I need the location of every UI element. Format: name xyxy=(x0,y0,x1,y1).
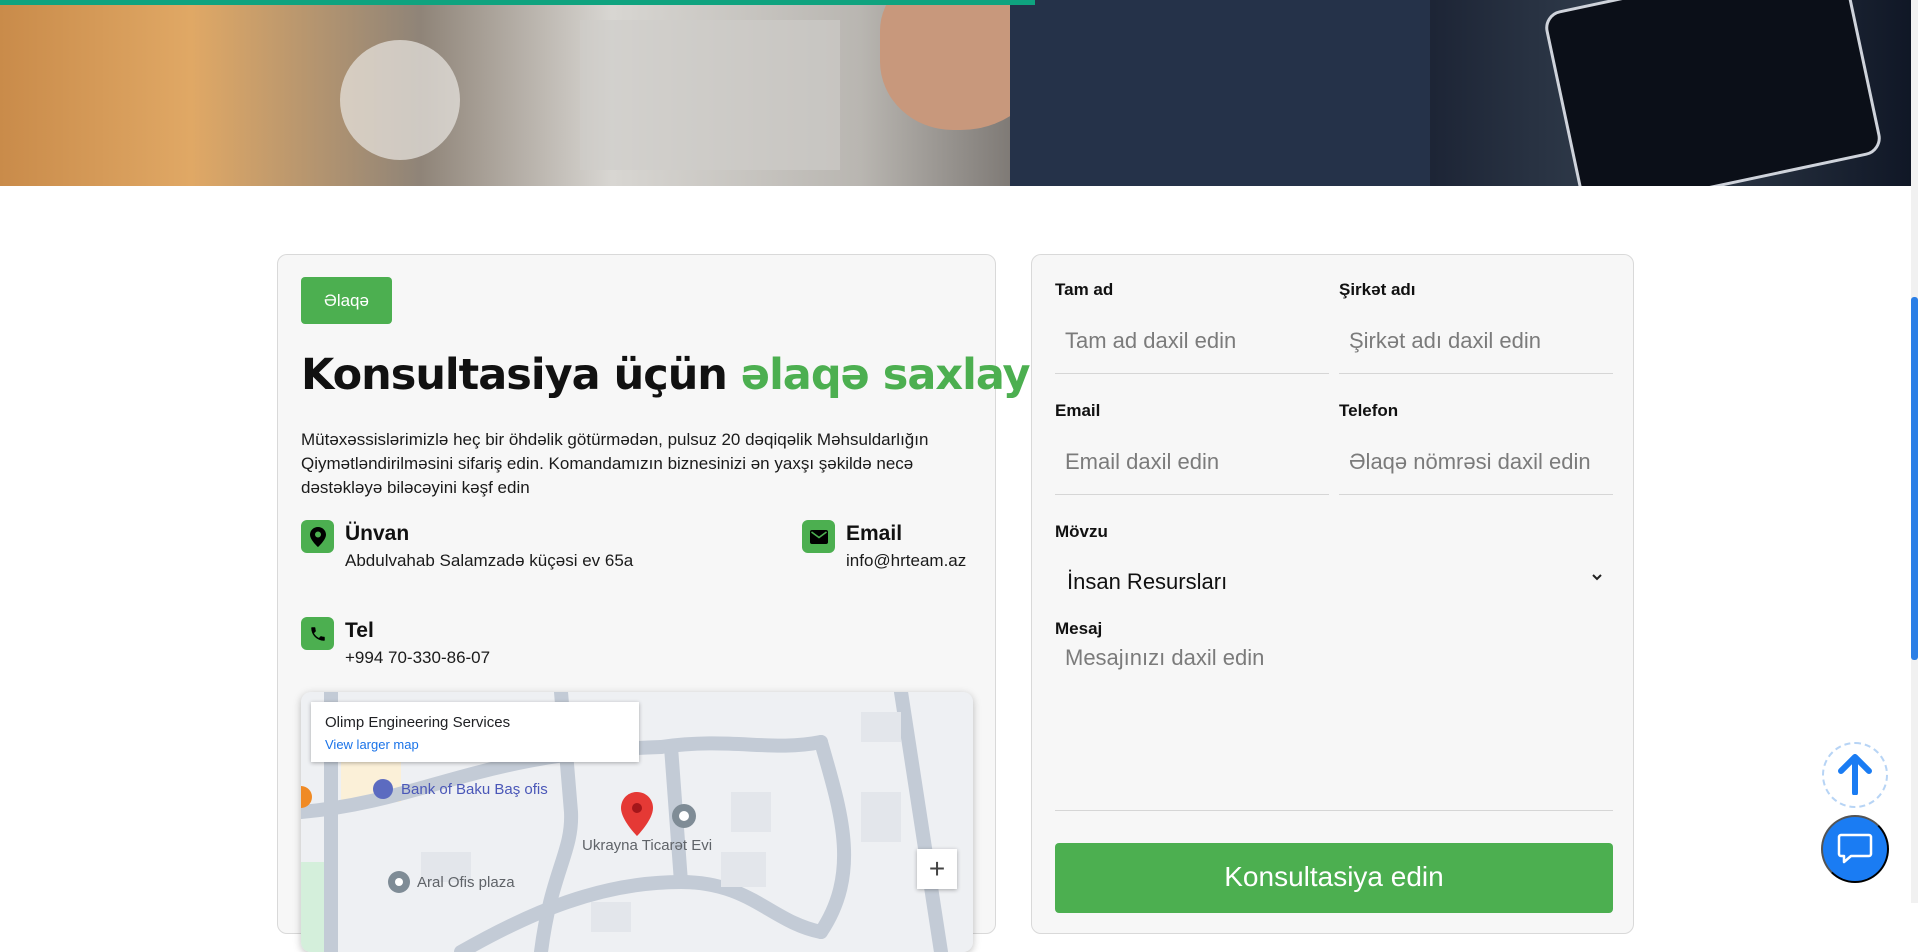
phone-field-label: Telefon xyxy=(1339,401,1399,420)
location-map[interactable]: Olimp Engineering Services View larger m… xyxy=(301,692,973,952)
page-scrollbar[interactable] xyxy=(1911,0,1918,903)
phone-label: Tel xyxy=(345,619,374,642)
subject-select[interactable]: İnsan Resursları xyxy=(1055,557,1613,607)
hero-image xyxy=(0,0,1911,186)
phone-field[interactable] xyxy=(1339,429,1613,495)
chat-bubble-icon xyxy=(1837,832,1873,867)
scroll-to-top-button[interactable] xyxy=(1822,742,1888,808)
message-textarea[interactable] xyxy=(1055,633,1613,811)
map-poi-label[interactable]: Aral Ofis plaza xyxy=(417,874,515,891)
view-larger-map-link[interactable]: View larger map xyxy=(325,737,419,752)
map-poi-label[interactable]: Bank of Baku Baş ofis xyxy=(401,781,548,798)
consultation-form: Tam ad Şirkət adı Email Telefon Mövzu İn… xyxy=(1031,254,1634,934)
company-input[interactable] xyxy=(1339,308,1613,374)
arrow-up-icon xyxy=(1835,753,1875,798)
chat-button[interactable] xyxy=(1821,815,1889,883)
full-name-input[interactable] xyxy=(1055,308,1329,374)
map-place-name: Olimp Engineering Services xyxy=(325,714,511,731)
phone-value[interactable]: +994 70-330-86-07 xyxy=(345,648,490,668)
email-label: Email xyxy=(846,522,903,545)
location-pin-icon xyxy=(301,520,334,553)
scrollbar-thumb[interactable] xyxy=(1911,297,1918,660)
contact-description: Mütəxəssislərimizlə heç bir öhdəlik götü… xyxy=(301,430,929,497)
subject-selected-value: İnsan Resursları xyxy=(1067,569,1228,594)
email-value[interactable]: info@hrteam.az xyxy=(846,551,966,571)
phone-icon xyxy=(301,617,334,650)
address-value: Abdulvahab Salamzadə küçəsi ev 65a xyxy=(345,551,634,570)
map-zoom-in-button[interactable]: + xyxy=(917,849,957,889)
page-title: Konsultasiya üçün əlaqə saxlayın xyxy=(301,350,1074,400)
mail-icon xyxy=(802,520,835,553)
subject-label: Mövzu xyxy=(1055,522,1108,541)
company-label: Şirkət adı xyxy=(1339,280,1416,299)
full-name-label: Tam ad xyxy=(1055,280,1114,299)
contact-info-card: Əlaqə Konsultasiya üçün əlaqə saxlayın M… xyxy=(277,254,1074,952)
email-field-label: Email xyxy=(1055,401,1101,420)
map-poi-label[interactable]: Ukrayna Ticarət Evi xyxy=(582,837,712,854)
contact-badge[interactable]: Əlaqə xyxy=(301,277,392,324)
chevron-down-icon xyxy=(1591,570,1603,588)
address-label: Ünvan xyxy=(345,522,410,545)
reading-progress-bar xyxy=(0,0,1035,5)
email-field[interactable] xyxy=(1055,429,1329,495)
map-place-card: Olimp Engineering Services View larger m… xyxy=(311,702,639,762)
